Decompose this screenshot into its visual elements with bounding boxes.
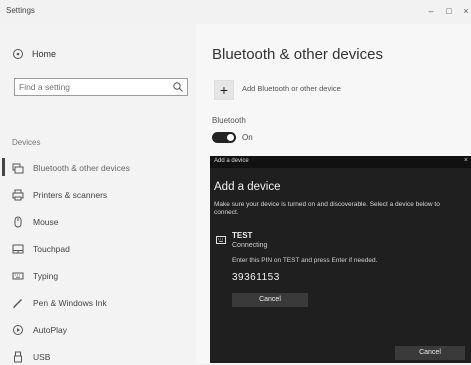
sidebar-item-label: Touchpad: [33, 244, 70, 254]
device-status: Connecting: [232, 242, 268, 249]
sidebar-item-label: Typing: [33, 271, 59, 281]
keyboard-icon: [12, 272, 24, 280]
add-device-dialog: Add a device × Add a device Make sure yo…: [210, 156, 471, 363]
section-label-devices: Devices: [12, 138, 41, 147]
sidebar-item-label: Bluetooth & other devices: [33, 163, 130, 173]
dialog-title: Add a device: [214, 158, 249, 164]
selection-indicator: [2, 158, 5, 176]
pin-code: 39361153: [232, 272, 280, 283]
sidebar-item-label: AutoPlay: [33, 325, 68, 335]
toggle-state-label: On: [242, 133, 253, 142]
home-label: Home: [32, 49, 57, 59]
sidebar-item-label: USB: [33, 352, 51, 362]
sidebar-item-mouse[interactable]: Mouse: [12, 214, 59, 230]
add-device-link[interactable]: Add Bluetooth or other device: [242, 84, 341, 93]
page-title: Bluetooth & other devices: [212, 46, 383, 63]
dialog-cancel-button[interactable]: Cancel: [395, 346, 465, 360]
sidebar-item-label: Printers & scanners: [33, 190, 108, 200]
sidebar-item-pen[interactable]: Pen & Windows Ink: [12, 295, 107, 311]
keyboard-device-icon: [216, 236, 226, 244]
sidebar-item-touchpad[interactable]: Touchpad: [12, 241, 70, 257]
sidebar-item-autoplay[interactable]: AutoPlay: [12, 322, 67, 338]
sidebar-item-label: Pen & Windows Ink: [33, 298, 107, 308]
device-cancel-button[interactable]: Cancel: [232, 293, 308, 307]
touchpad-icon: [12, 244, 24, 254]
pen-icon: [13, 299, 22, 309]
sidebar-item-bluetooth[interactable]: Bluetooth & other devices: [12, 160, 130, 176]
window-title: Settings: [6, 6, 35, 15]
pin-instructions: Enter this PIN on TEST and press Enter i…: [232, 257, 378, 264]
search-icon[interactable]: [172, 81, 184, 93]
autoplay-icon: [13, 325, 23, 335]
settings-window: Settings – □ × Home Devices Bluetooth & …: [0, 0, 471, 363]
mouse-icon: [14, 216, 22, 228]
add-device-button[interactable]: +: [214, 80, 234, 100]
sidebar-item-printers[interactable]: Printers & scanners: [12, 187, 107, 203]
dialog-title-bar: Add a device ×: [210, 156, 471, 168]
maximize-button[interactable]: □: [442, 4, 456, 18]
printer-icon: [12, 189, 24, 201]
device-name[interactable]: TEST: [232, 231, 252, 240]
home-link[interactable]: Home: [12, 46, 56, 62]
bluetooth-label: Bluetooth: [212, 116, 246, 125]
search-input[interactable]: [14, 78, 188, 96]
bluetooth-icon: [12, 163, 24, 174]
dialog-close-button[interactable]: ×: [464, 157, 468, 164]
bluetooth-toggle[interactable]: [212, 132, 236, 143]
usb-icon: [14, 351, 22, 363]
sidebar: Home Devices Bluetooth & other devices P…: [0, 24, 196, 363]
sidebar-item-typing[interactable]: Typing: [12, 268, 58, 284]
dialog-heading: Add a device: [214, 181, 281, 193]
minimize-button[interactable]: –: [424, 4, 438, 18]
title-bar: Settings – □ ×: [0, 0, 471, 24]
close-button[interactable]: ×: [459, 4, 471, 18]
dialog-instructions: Make sure your device is turned on and d…: [214, 201, 440, 216]
sidebar-item-label: Mouse: [33, 217, 59, 227]
home-icon: [13, 49, 23, 59]
